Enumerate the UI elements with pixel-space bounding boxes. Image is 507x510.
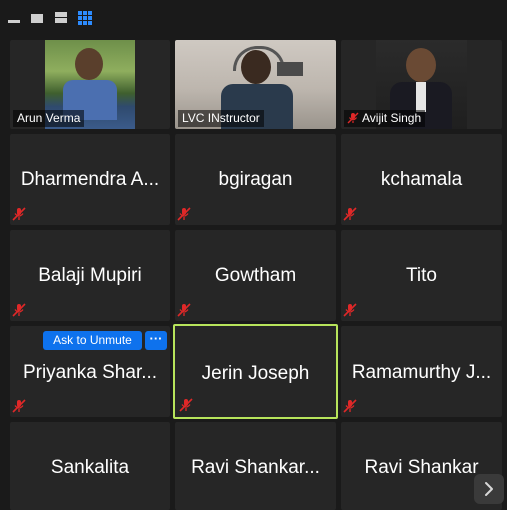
participant-tile[interactable]: Tito bbox=[341, 230, 502, 321]
next-page-button[interactable] bbox=[474, 474, 504, 504]
gallery-grid: Arun Verma LVC INstructor Avijit Singh D… bbox=[0, 0, 507, 510]
muted-mic-icon bbox=[177, 207, 191, 221]
participant-name-label: Avijit Singh bbox=[344, 110, 426, 127]
muted-mic-icon bbox=[347, 112, 359, 124]
participant-name: Jerin Joseph bbox=[201, 363, 310, 384]
participant-name: Tito bbox=[406, 265, 437, 286]
participant-name: bgiragan bbox=[218, 169, 293, 190]
more-options-button[interactable]: ··· bbox=[145, 331, 167, 350]
participant-tile[interactable]: Dharmendra A... bbox=[10, 134, 170, 225]
muted-mic-icon bbox=[12, 303, 26, 317]
muted-mic-icon bbox=[343, 207, 357, 221]
participant-name: Gowtham bbox=[214, 265, 297, 286]
participant-tile[interactable]: Balaji Mupiri bbox=[10, 230, 170, 321]
ask-to-unmute-button[interactable]: Ask to Unmute bbox=[43, 331, 142, 350]
participant-tile[interactable]: Avijit Singh bbox=[341, 40, 502, 129]
muted-mic-icon bbox=[177, 303, 191, 317]
muted-mic-icon bbox=[343, 303, 357, 317]
muted-mic-icon bbox=[179, 398, 193, 412]
participant-tile[interactable]: Gowtham bbox=[175, 230, 336, 321]
participant-tile[interactable]: Arun Verma bbox=[10, 40, 170, 129]
muted-mic-icon bbox=[12, 399, 26, 413]
participant-name: Balaji Mupiri bbox=[38, 265, 142, 286]
participant-tile[interactable]: LVC INstructor bbox=[175, 40, 336, 129]
participant-name: Ravi Shankar... bbox=[191, 457, 320, 478]
participant-name-label: Arun Verma bbox=[13, 110, 85, 127]
participant-name: Sankalita bbox=[50, 457, 130, 478]
participant-tile[interactable]: bgiragan bbox=[175, 134, 336, 225]
chevron-right-icon bbox=[485, 482, 493, 496]
participant-tile[interactable]: kchamala bbox=[341, 134, 502, 225]
participant-name-label: LVC INstructor bbox=[178, 110, 264, 127]
participant-name: kchamala bbox=[380, 169, 463, 190]
muted-mic-icon bbox=[343, 399, 357, 413]
participant-tile[interactable]: Sankalita bbox=[10, 422, 170, 510]
muted-mic-icon bbox=[12, 207, 26, 221]
participant-name: Priyanka Shar... bbox=[22, 362, 158, 383]
participant-tile[interactable]: Ramamurthy J... bbox=[341, 326, 502, 417]
participant-tile[interactable]: Ravi Shankar... bbox=[175, 422, 336, 510]
active-speaker-tile[interactable]: Jerin Joseph bbox=[173, 324, 338, 419]
participant-name: Dharmendra A... bbox=[20, 169, 160, 190]
participant-name: Ramamurthy J... bbox=[351, 362, 492, 383]
